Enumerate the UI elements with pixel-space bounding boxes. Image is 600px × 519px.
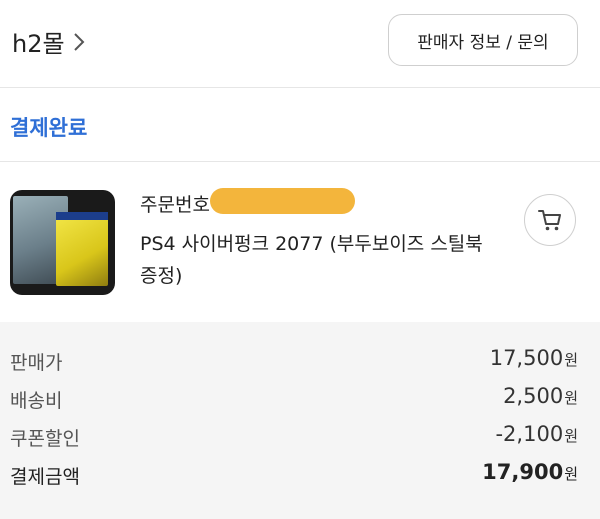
shop-link[interactable]: h2몰 bbox=[12, 24, 87, 59]
ps4-band bbox=[56, 212, 108, 220]
summary-row-coupon: 쿠폰할인 -2,100원 bbox=[0, 418, 600, 456]
add-to-cart-button[interactable] bbox=[524, 194, 576, 246]
summary-row-shipping: 배송비 2,500원 bbox=[0, 380, 600, 418]
game-case-art bbox=[56, 212, 108, 286]
status-row: 결제완료 bbox=[0, 88, 600, 162]
summary-label: 배송비 bbox=[10, 390, 63, 412]
summary-label: 판매가 bbox=[10, 352, 63, 374]
summary-value: 2,500원 bbox=[503, 384, 578, 408]
chevron-right-icon[interactable] bbox=[71, 31, 87, 53]
product-name[interactable]: PS4 사이버펑크 2077 (부두보이즈 스틸북 증정) bbox=[140, 228, 500, 292]
product-thumbnail[interactable] bbox=[10, 190, 115, 295]
summary-row-price: 판매가 17,500원 bbox=[0, 342, 600, 380]
summary-row-total: 결제금액 17,900원 bbox=[0, 456, 600, 494]
order-number-redaction bbox=[210, 188, 355, 214]
order-item: 주문번호 PS4 사이버펑크 2077 (부두보이즈 스틸북 증정) bbox=[0, 162, 600, 322]
shop-name[interactable]: h2몰 bbox=[12, 24, 65, 59]
order-status: 결제완료 bbox=[10, 116, 88, 140]
payment-summary: 판매가 17,500원 배송비 2,500원 쿠폰할인 -2,100원 결제금액… bbox=[0, 322, 600, 519]
header: h2몰 판매자 정보 / 문의 bbox=[0, 0, 600, 88]
summary-value: 17,900원 bbox=[482, 460, 578, 484]
summary-label: 결제금액 bbox=[10, 466, 80, 488]
summary-label: 쿠폰할인 bbox=[10, 428, 80, 450]
cart-icon bbox=[538, 210, 561, 231]
summary-value: 17,500원 bbox=[489, 346, 578, 370]
seller-info-button[interactable]: 판매자 정보 / 문의 bbox=[388, 14, 578, 66]
order-number-label: 주문번호 bbox=[140, 194, 210, 216]
summary-value: -2,100원 bbox=[495, 422, 578, 446]
